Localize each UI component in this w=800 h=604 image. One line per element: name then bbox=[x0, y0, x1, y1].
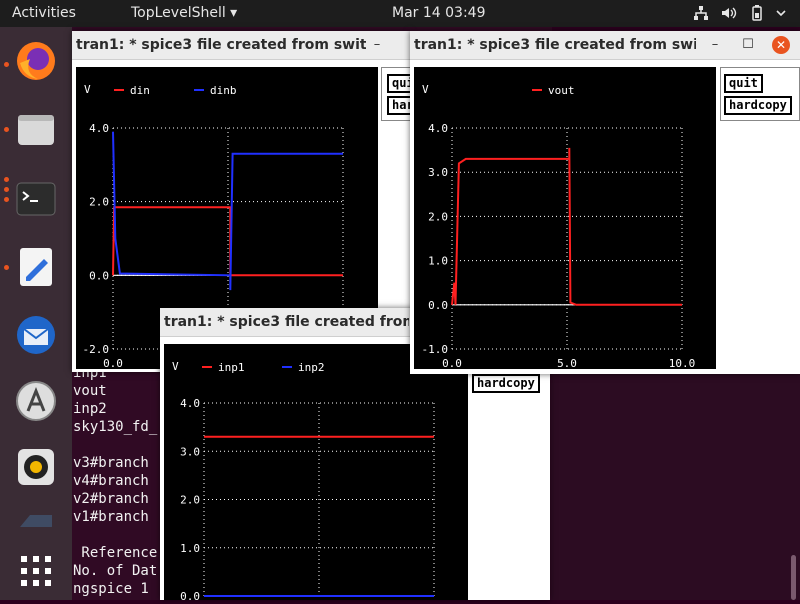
running-indicator bbox=[4, 197, 9, 202]
legend-label-din: din bbox=[130, 84, 150, 97]
y-tick-label: 0.0 bbox=[428, 299, 448, 312]
network-icon[interactable] bbox=[692, 4, 710, 22]
y-axis-label: V bbox=[172, 360, 179, 373]
y-tick-label: -1.0 bbox=[422, 343, 449, 356]
y-tick-label: 4.0 bbox=[89, 122, 109, 135]
close-button[interactable]: ✕ bbox=[772, 36, 790, 54]
volume-icon[interactable] bbox=[720, 4, 738, 22]
plot-window-vout[interactable]: tran1: * spice3 file created from switc.… bbox=[410, 31, 800, 392]
window-titlebar[interactable]: tran1: * spice3 file created from switc.… bbox=[410, 31, 800, 60]
plot-area-inp1-inp2: 4.0 3.0 2.0 1.0 0.0 Vinp1 inp2 bbox=[164, 344, 468, 603]
app-menu[interactable]: TopLevelShell ▾ bbox=[131, 5, 237, 21]
legend-label-inp1: inp1 bbox=[218, 361, 245, 374]
chart-vout: 4.03.02.01.00.0-1.00.05.010.0Vtimeusvout bbox=[422, 83, 696, 392]
files-icon[interactable] bbox=[14, 107, 58, 151]
running-indicator bbox=[4, 265, 9, 270]
x-tick-label: 0.0 bbox=[103, 357, 123, 369]
app-icon-partial[interactable] bbox=[14, 513, 58, 527]
y-tick-label: 0.0 bbox=[89, 269, 109, 282]
dock bbox=[0, 27, 72, 600]
window-titlebar[interactable]: tran1: * spice3 file created from switc.… bbox=[72, 31, 410, 60]
chevron-down-icon[interactable] bbox=[772, 4, 790, 22]
show-applications-icon[interactable] bbox=[14, 549, 58, 593]
y-tick-label: 0.0 bbox=[180, 590, 200, 600]
chart-inp1-inp2: 4.0 3.0 2.0 1.0 0.0 V inp1 inp2 bbox=[172, 360, 435, 603]
y-tick-label: 1.0 bbox=[428, 255, 448, 268]
plot-button-panel: quit hardcopy bbox=[720, 67, 800, 121]
minimize-button[interactable]: – bbox=[368, 36, 386, 54]
rhythmbox-icon[interactable] bbox=[14, 445, 58, 489]
y-tick-label: 4.0 bbox=[428, 122, 448, 135]
window-title: tran1: * spice3 file created from switc.… bbox=[414, 37, 696, 53]
plot-area-vout: 4.03.02.01.00.0-1.00.05.010.0Vtimeusvout bbox=[414, 67, 716, 392]
y-tick-label: 1.0 bbox=[180, 542, 200, 555]
y-tick-label: 2.0 bbox=[89, 196, 109, 209]
running-indicator bbox=[4, 187, 9, 192]
running-indicator bbox=[4, 127, 9, 132]
desktop-background bbox=[552, 370, 800, 600]
legend-label-inp2: inp2 bbox=[298, 361, 325, 374]
x-tick-label: 0.0 bbox=[442, 357, 462, 369]
terminal-output: inp1 vout inp2 sky130_fd_ v3#branch v4#b… bbox=[73, 365, 158, 597]
minimize-button[interactable]: – bbox=[706, 36, 724, 54]
firefox-icon[interactable] bbox=[14, 39, 58, 83]
software-icon[interactable] bbox=[14, 379, 58, 423]
window-title: tran1: * spice3 file created from sw bbox=[164, 314, 409, 330]
terminal-icon[interactable] bbox=[14, 177, 58, 221]
y-axis-label: V bbox=[84, 83, 91, 96]
series-line-dinb bbox=[112, 131, 343, 291]
text-editor-icon[interactable] bbox=[14, 245, 58, 289]
x-tick-label: 10.0 bbox=[669, 357, 696, 369]
hardcopy-button[interactable]: hardcopy bbox=[724, 96, 792, 115]
y-tick-label: 3.0 bbox=[428, 166, 448, 179]
x-tick-label: 5.0 bbox=[557, 357, 577, 369]
y-tick-label: 4.0 bbox=[180, 397, 200, 410]
series-line-din bbox=[112, 206, 343, 277]
y-tick-label: 2.0 bbox=[428, 210, 448, 223]
quit-button[interactable]: quit bbox=[724, 74, 763, 93]
y-axis-label: V bbox=[422, 83, 429, 96]
legend-label-dinb: dinb bbox=[210, 84, 237, 97]
legend-label-vout: vout bbox=[548, 84, 575, 97]
maximize-button[interactable]: ☐ bbox=[739, 36, 757, 54]
top-bar: Activities TopLevelShell ▾ Mar 14 03:49 bbox=[0, 0, 800, 27]
y-tick-label: 3.0 bbox=[180, 445, 200, 458]
y-tick-label: -2.0 bbox=[83, 343, 110, 356]
running-indicator bbox=[4, 62, 9, 67]
series-line-vout bbox=[451, 147, 682, 306]
window-title: tran1: * spice3 file created from switc.… bbox=[76, 37, 366, 53]
running-indicator bbox=[4, 177, 9, 182]
battery-icon[interactable] bbox=[748, 4, 766, 22]
y-tick-label: 2.0 bbox=[180, 494, 200, 507]
plot-button-panel: quit hard bbox=[381, 67, 426, 121]
hardcopy-button[interactable]: hardcopy bbox=[472, 374, 540, 393]
terminal-scrollbar[interactable] bbox=[791, 555, 796, 600]
clock[interactable]: Mar 14 03:49 bbox=[392, 5, 485, 21]
activities-button[interactable]: Activities bbox=[12, 5, 76, 21]
thunderbird-icon[interactable] bbox=[14, 313, 58, 357]
